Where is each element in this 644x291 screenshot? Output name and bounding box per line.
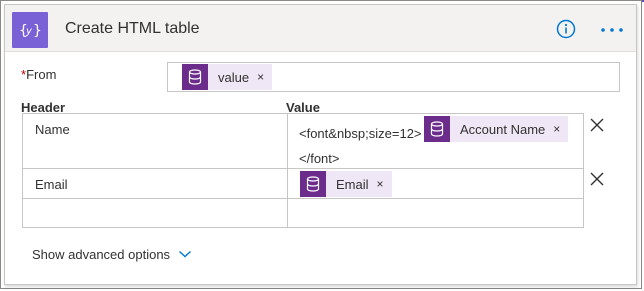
info-icon[interactable] bbox=[556, 19, 576, 39]
header-text-1: Name bbox=[35, 122, 70, 137]
delete-row-2-icon[interactable] bbox=[589, 171, 605, 187]
account-name-token[interactable]: Account Name × bbox=[424, 116, 569, 142]
screenshot-frame: { y } Create HTML table bbox=[0, 0, 642, 289]
database-icon bbox=[300, 171, 326, 197]
advanced-label: Show advanced options bbox=[32, 247, 171, 262]
token-label: value bbox=[218, 69, 250, 85]
database-icon bbox=[182, 64, 208, 90]
header-cell-3[interactable] bbox=[22, 198, 288, 228]
database-icon bbox=[424, 116, 450, 142]
value-cell-2[interactable]: Email × bbox=[287, 168, 584, 199]
value-cell-1[interactable]: <font&nbsp;size=12> Account Name × </fon… bbox=[287, 113, 584, 169]
remove-token-icon[interactable]: × bbox=[377, 177, 392, 191]
more-options-icon[interactable] bbox=[599, 19, 625, 39]
token-label: Account Name bbox=[460, 121, 546, 137]
svg-text:}: } bbox=[33, 23, 41, 38]
remove-token-icon[interactable]: × bbox=[257, 70, 272, 84]
value-prefix-text-1: <font&nbsp;size=12> bbox=[299, 126, 422, 141]
email-token[interactable]: Email × bbox=[300, 171, 392, 197]
value-token[interactable]: value × bbox=[182, 64, 273, 90]
value-cell-3[interactable] bbox=[287, 198, 584, 228]
header-cell-1[interactable]: Name bbox=[22, 113, 288, 169]
from-label: *From bbox=[21, 67, 56, 82]
delete-row-1-icon[interactable] bbox=[589, 117, 605, 133]
value-suffix-text-1: </font> bbox=[299, 151, 340, 166]
action-card: { y } Create HTML table bbox=[4, 4, 637, 285]
header-text-2: Email bbox=[35, 177, 68, 192]
from-label-text: From bbox=[26, 67, 57, 82]
token-label: Email bbox=[336, 176, 369, 192]
svg-text:y: y bbox=[25, 26, 33, 37]
show-advanced-options[interactable]: Show advanced options bbox=[32, 247, 192, 262]
header-cell-2[interactable]: Email bbox=[22, 168, 288, 199]
header-value-grid: Name <font&nbsp;size=12> Account Name × bbox=[22, 113, 584, 228]
from-input[interactable]: value × bbox=[167, 62, 620, 92]
action-title: Create HTML table bbox=[65, 20, 200, 37]
remove-token-icon[interactable]: × bbox=[553, 122, 568, 136]
action-header[interactable]: { y } Create HTML table bbox=[5, 5, 636, 52]
braces-variable-icon: { y } bbox=[12, 12, 48, 48]
chevron-down-icon bbox=[178, 247, 192, 262]
